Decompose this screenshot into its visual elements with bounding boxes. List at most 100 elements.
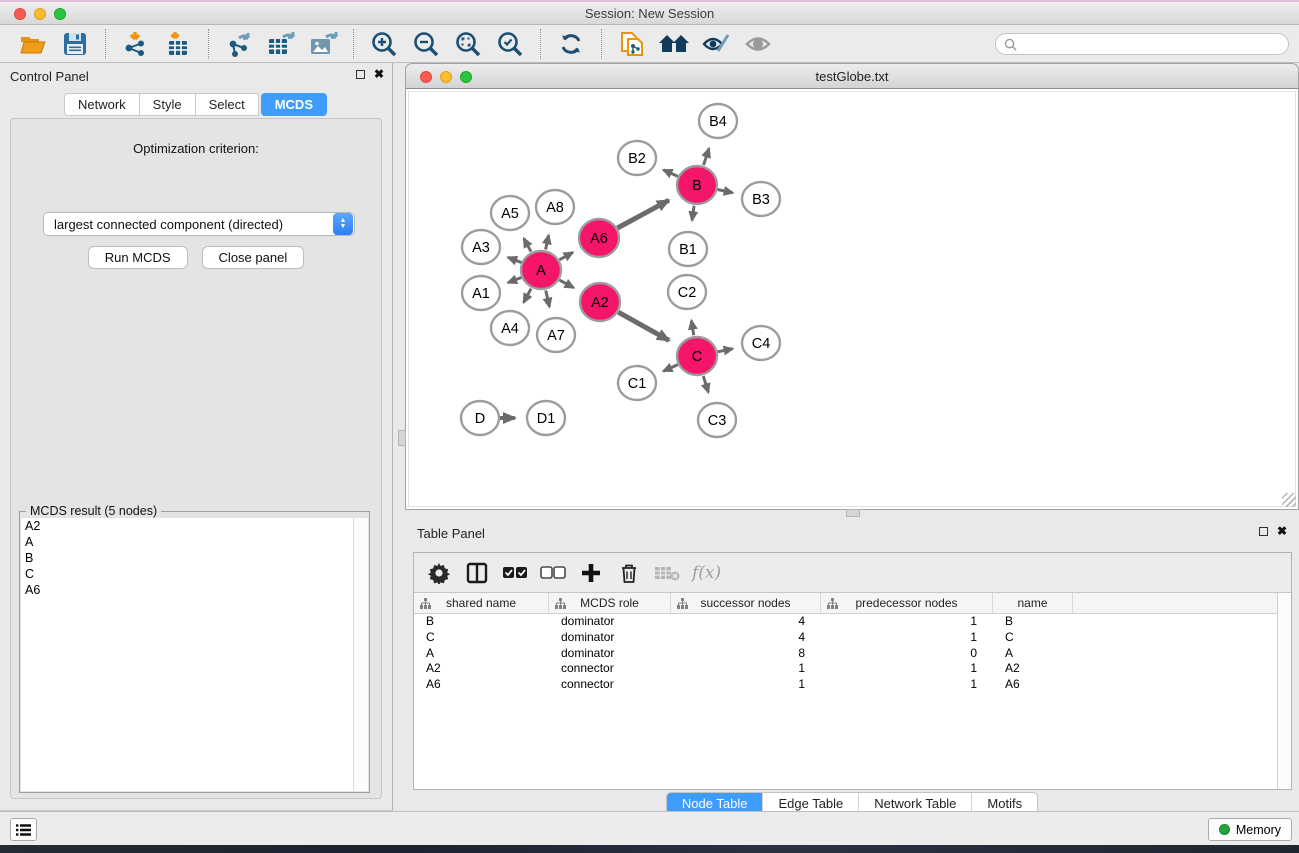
network-canvas[interactable]: B4B2BB3A8A5A6A3B1AC2A1A2A4A7C4CC1DD1C3 — [405, 89, 1299, 510]
zoom-out-icon[interactable] — [409, 28, 443, 60]
table-row[interactable]: A6connector11A6 — [414, 677, 1277, 693]
graph-edge-C-C2[interactable] — [691, 321, 693, 336]
export-network-icon[interactable] — [222, 28, 256, 60]
zoom-selected-icon[interactable] — [493, 28, 527, 60]
table-row[interactable]: Bdominator41B — [414, 614, 1277, 630]
graph-node-A[interactable]: A — [521, 251, 561, 289]
graph-edge-A-A1[interactable] — [508, 278, 521, 283]
graph-edge-A-A7[interactable] — [546, 290, 550, 306]
graph-edge-B-B3[interactable] — [718, 189, 733, 192]
function-builder-icon[interactable]: f(x) — [692, 560, 721, 586]
graph-node-A4[interactable]: A4 — [491, 311, 529, 345]
graph-edge-A-A6[interactable] — [559, 252, 572, 259]
search-field[interactable] — [995, 33, 1289, 55]
add-column-icon[interactable] — [578, 560, 604, 586]
graph-node-B[interactable]: B — [677, 166, 717, 204]
graph-edge-A-A4[interactable] — [524, 289, 531, 303]
graph-node-C[interactable]: C — [677, 337, 717, 375]
graph-edge-A6-B[interactable] — [617, 200, 668, 228]
settings-icon[interactable] — [426, 560, 452, 586]
delete-table-icon[interactable] — [654, 560, 680, 586]
table-scrollbar[interactable] — [1277, 593, 1291, 789]
clone-network-icon[interactable] — [615, 28, 649, 60]
delete-column-icon[interactable] — [616, 560, 642, 586]
import-table-icon[interactable] — [161, 28, 195, 60]
graph-node-D1[interactable]: D1 — [527, 401, 565, 435]
graph-edge-B-B1[interactable] — [692, 206, 694, 220]
graph-edge-A-A3[interactable] — [508, 257, 521, 262]
result-list-item[interactable]: A2 — [21, 518, 368, 534]
tab-style[interactable]: Style — [139, 93, 196, 116]
graph-edge-C-C1[interactable] — [663, 365, 677, 371]
resize-grip-icon[interactable] — [1282, 493, 1296, 507]
open-icon[interactable] — [16, 28, 50, 60]
column-header-MCDS-role[interactable]: MCDS role — [549, 593, 671, 613]
graph-node-A6[interactable]: A6 — [579, 219, 619, 257]
table-row[interactable]: Adominator80A — [414, 646, 1277, 662]
graph-node-A7[interactable]: A7 — [537, 318, 575, 352]
graph-node-A1[interactable]: A1 — [462, 276, 500, 310]
graph-edge-C-C3[interactable] — [703, 376, 708, 392]
export-table-icon[interactable] — [264, 28, 298, 60]
graph-edge-A-A2[interactable] — [559, 280, 573, 288]
column-header-predecessor-nodes[interactable]: predecessor nodes — [821, 593, 993, 613]
tab-network[interactable]: Network — [64, 93, 140, 116]
graph-node-A5[interactable]: A5 — [491, 196, 529, 230]
select-all-columns-icon[interactable] — [502, 560, 528, 586]
refresh-icon[interactable] — [554, 28, 588, 60]
task-history-button[interactable] — [10, 818, 37, 841]
graph-edge-C-C4[interactable] — [718, 349, 733, 352]
mcds-result-list[interactable]: A2ABCA6 — [21, 518, 368, 791]
zoom-in-icon[interactable] — [367, 28, 401, 60]
search-input[interactable] — [1017, 35, 1288, 53]
graph-node-C2[interactable]: C2 — [668, 275, 706, 309]
graph-edge-A-A8[interactable] — [546, 235, 549, 249]
split-panel-icon[interactable] — [464, 560, 490, 586]
close-panel-button[interactable]: Close panel — [202, 246, 305, 269]
table-row[interactable]: A2connector11A2 — [414, 661, 1277, 677]
vertical-splitter-handle[interactable] — [398, 430, 406, 446]
tab-mcds[interactable]: MCDS — [261, 93, 327, 116]
node-table[interactable]: shared nameMCDS rolesuccessor nodesprede… — [414, 593, 1277, 789]
graphics-details-icon[interactable] — [699, 28, 733, 60]
graph-node-C1[interactable]: C1 — [618, 366, 656, 400]
graph-node-C4[interactable]: C4 — [742, 326, 780, 360]
result-list-item[interactable]: A6 — [21, 582, 368, 598]
graph-edge-A2-C[interactable] — [618, 312, 669, 340]
result-list-item[interactable]: C — [21, 566, 368, 582]
tab-select[interactable]: Select — [195, 93, 259, 116]
float-panel-icon[interactable] — [356, 70, 365, 79]
float-table-panel-icon[interactable] — [1259, 527, 1268, 536]
zoom-fit-icon[interactable] — [451, 28, 485, 60]
run-mcds-button[interactable]: Run MCDS — [88, 246, 188, 269]
close-panel-icon[interactable]: ✖ — [374, 68, 384, 80]
graph-node-B4[interactable]: B4 — [699, 104, 737, 138]
result-list-item[interactable]: A — [21, 534, 368, 550]
graph-node-B2[interactable]: B2 — [618, 141, 656, 175]
memory-button[interactable]: Memory — [1208, 818, 1292, 841]
result-list-item[interactable]: B — [21, 550, 368, 566]
eye-icon[interactable] — [741, 28, 775, 60]
export-image-icon[interactable] — [306, 28, 340, 60]
deselect-all-columns-icon[interactable] — [540, 560, 566, 586]
home-icon[interactable] — [657, 28, 691, 60]
network-window-titlebar[interactable]: testGlobe.txt — [405, 63, 1299, 89]
graph-edge-A-A5[interactable] — [524, 238, 531, 251]
criterion-dropdown[interactable]: largest connected component (directed) ▲… — [43, 212, 355, 236]
close-table-panel-icon[interactable]: ✖ — [1277, 525, 1287, 537]
import-network-icon[interactable] — [119, 28, 153, 60]
graph-node-A8[interactable]: A8 — [536, 190, 574, 224]
table-row[interactable]: Cdominator41C — [414, 630, 1277, 646]
column-header-shared-name[interactable]: shared name — [414, 593, 549, 613]
horizontal-splitter-handle[interactable] — [846, 509, 860, 517]
column-header-successor-nodes[interactable]: successor nodes — [671, 593, 821, 613]
graph-node-B1[interactable]: B1 — [669, 232, 707, 266]
graph-node-C3[interactable]: C3 — [698, 403, 736, 437]
column-header-name[interactable]: name — [993, 593, 1073, 613]
graph-node-D[interactable]: D — [461, 401, 499, 435]
save-icon[interactable] — [58, 28, 92, 60]
graph-node-B3[interactable]: B3 — [742, 182, 780, 216]
graph-edge-B-B2[interactable] — [663, 170, 677, 176]
graph-edge-B-B4[interactable] — [704, 149, 709, 165]
result-list-scrollbar[interactable] — [353, 518, 368, 791]
